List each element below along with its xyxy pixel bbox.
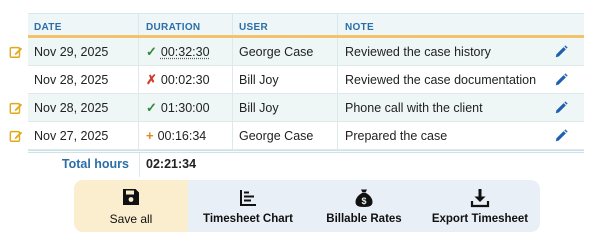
total-hours-value: 02:21:34 [146,157,197,171]
edit-square-icon[interactable] [9,129,23,143]
cell-date: Nov 28, 2025 [28,94,139,121]
pencil-icon[interactable] [554,129,568,143]
cell-user: George Case [233,122,338,149]
cell-note: Reviewed the case documentation [345,72,537,87]
pencil-icon[interactable] [554,45,568,59]
edit-square-icon[interactable] [9,101,23,115]
cell-note: Phone call with the client [345,100,483,115]
cell-date: Nov 29, 2025 [28,38,139,65]
total-hours-label: Total hours [61,157,129,171]
total-hours-row: Total hours 02:21:34 [28,153,584,177]
header-note[interactable]: NOTE [338,14,584,35]
cell-duration: + 00:16:34 [139,122,233,149]
table-row[interactable]: Nov 28, 2025 ✓ 01:30:00 Bill Joy Phone c… [9,94,584,122]
save-all-label: Save all [109,211,153,226]
svg-text:$: $ [361,196,366,206]
check-icon: ✓ [146,43,157,59]
save-all-button[interactable]: Save all [74,180,188,232]
cell-note: Reviewed the case history [345,44,491,59]
cell-date: Nov 27, 2025 [28,122,139,149]
duration-value[interactable]: 00:32:30 [161,45,210,59]
action-toolbar: Save all Timesheet Chart $ Billable Rate… [74,180,540,232]
timesheet-table: DATE DURATION USER NOTE Nov 29, 2025 ✓ 0… [9,13,584,153]
money-bag-icon: $ [355,189,373,207]
table-row[interactable]: Nov 27, 2025 + 00:16:34 George Case Prep… [9,122,584,150]
export-timesheet-label: Export Timesheet [431,212,529,225]
cell-user: Bill Joy [233,94,338,121]
header-date[interactable]: DATE [28,14,139,35]
check-icon: ✓ [146,99,157,115]
table-row[interactable]: Nov 28, 2025 ✗ 00:02:30 Bill Joy Reviewe… [28,66,584,94]
billable-rates-button[interactable]: $ Billable Rates [308,180,420,232]
floppy-disk-icon [123,188,139,205]
cell-duration: ✗ 00:02:30 [139,66,233,93]
timesheet-chart-button[interactable]: Timesheet Chart [188,180,308,232]
duration-value: 01:30:00 [160,100,210,115]
table-row[interactable]: Nov 29, 2025 ✓ 00:32:30 George Case Revi… [9,38,584,66]
pencil-icon[interactable] [554,73,568,87]
download-icon [470,188,490,207]
cell-note: Prepared the case [345,128,448,143]
cross-icon: ✗ [146,71,157,87]
cell-duration: ✓ 01:30:00 [139,94,233,121]
column-divider [139,153,140,177]
billable-rates-label: Billable Rates [326,212,402,225]
cell-date: Nov 28, 2025 [28,66,139,93]
export-timesheet-button[interactable]: Export Timesheet [420,180,540,232]
plus-icon: + [146,128,154,143]
bar-chart-icon [240,189,256,206]
pencil-icon[interactable] [554,101,568,115]
header-duration[interactable]: DURATION [139,14,233,35]
duration-value: 00:02:30 [160,72,210,87]
duration-value: 00:16:34 [157,128,207,143]
header-user[interactable]: USER [233,14,338,35]
cell-user: George Case [233,38,338,65]
table-header: DATE DURATION USER NOTE [28,13,584,38]
cell-user: Bill Joy [233,66,338,93]
edit-square-icon[interactable] [9,45,23,59]
timesheet-chart-label: Timesheet Chart [203,212,293,225]
cell-duration: ✓ 00:32:30 [139,38,233,65]
